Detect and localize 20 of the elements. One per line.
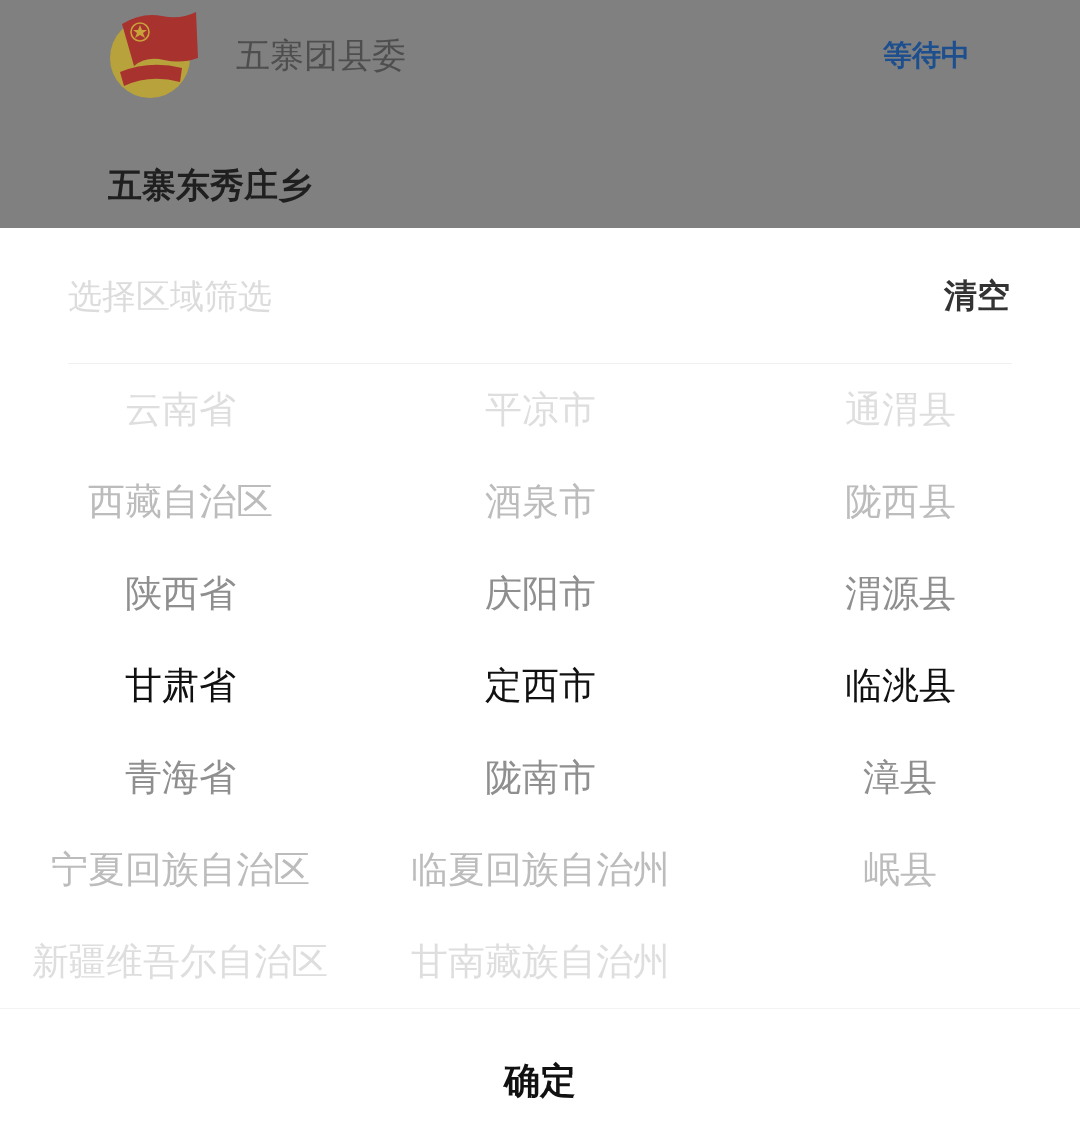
picker-option[interactable]: 西藏自治区 [87, 456, 273, 548]
picker-option[interactable]: 宁夏回族自治区 [50, 824, 310, 916]
picker-option[interactable]: 渭源县 [844, 548, 956, 640]
confirm-button[interactable]: 确定 [504, 1058, 576, 1103]
clear-button[interactable]: 清空 [944, 275, 1010, 316]
picker-option[interactable]: 陇南市 [484, 732, 596, 824]
picker-option[interactable]: 甘肃省 [124, 640, 236, 732]
picker-option[interactable]: 漳县 [863, 732, 937, 824]
location-title: 五寨东秀庄乡 [108, 165, 312, 205]
picker-option[interactable]: 岷县 [863, 824, 937, 916]
picker-option[interactable]: 陕西省 [124, 548, 236, 640]
picker-option[interactable]: 临夏回族自治州 [410, 824, 670, 916]
picker-option[interactable]: 酒泉市 [484, 456, 596, 548]
picker-option[interactable]: 庆阳市 [484, 548, 596, 640]
picker-option[interactable]: 陇西县 [844, 456, 956, 548]
picker-option[interactable]: 定西市 [484, 640, 596, 732]
status-label: 等待中 [883, 37, 970, 73]
picker-option[interactable]: 临洮县 [844, 640, 956, 732]
picker-option[interactable]: 青海省 [124, 732, 236, 824]
flag-emblem-icon [108, 10, 200, 100]
